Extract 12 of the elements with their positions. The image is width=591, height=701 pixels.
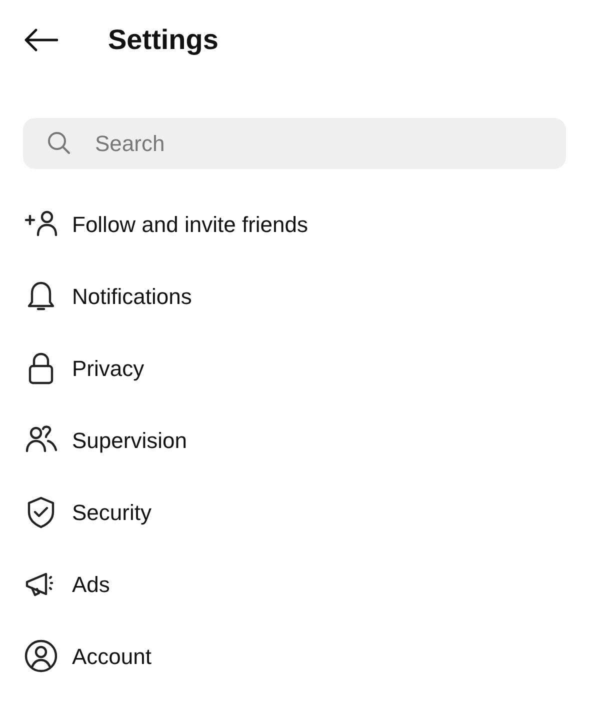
settings-item[interactable]: Notifications xyxy=(0,260,591,332)
page-title: Settings xyxy=(108,23,218,57)
settings-item[interactable]: Follow and invite friends xyxy=(0,188,591,260)
account-icon xyxy=(24,638,59,674)
search-field[interactable]: Search xyxy=(23,118,566,169)
settings-item[interactable]: Security xyxy=(0,476,591,548)
back-arrow-icon xyxy=(24,28,58,52)
settings-item[interactable]: Supervision xyxy=(0,404,591,476)
settings-item[interactable]: Account xyxy=(0,620,591,692)
settings-item[interactable]: Ads xyxy=(0,548,591,620)
settings-item[interactable]: Privacy xyxy=(0,332,591,404)
search-icon xyxy=(47,131,71,155)
